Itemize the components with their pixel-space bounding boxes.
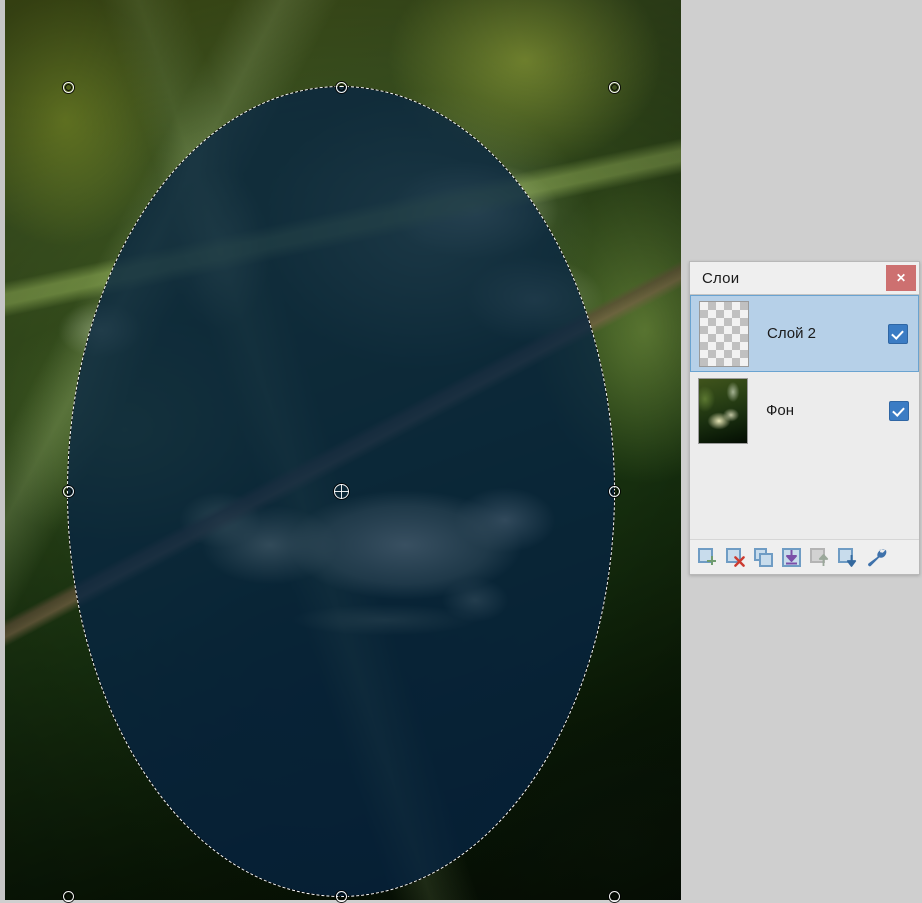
- layer-visibility-checkbox[interactable]: [888, 323, 908, 344]
- layer-visibility-checkbox[interactable]: [889, 400, 909, 421]
- down-arrow: [846, 554, 857, 567]
- layer-merge-down-icon[interactable]: [782, 547, 801, 567]
- layer-duplicate-icon[interactable]: [754, 547, 773, 567]
- photo-image[interactable]: [5, 0, 681, 900]
- layers-panel[interactable]: Слои ✕ Слой 2 Фон: [689, 261, 920, 575]
- red-x: [734, 555, 745, 567]
- layers-panel-titlebar[interactable]: Слои ✕: [690, 262, 919, 294]
- list-item[interactable]: Слой 2: [690, 295, 919, 372]
- layer-name-label: Фон: [766, 402, 795, 419]
- layer-plus-icon[interactable]: [698, 547, 717, 567]
- image-canvas-area[interactable]: [0, 0, 681, 903]
- up-arrow: [818, 553, 829, 566]
- layer-thumbnail-photo: [698, 377, 748, 444]
- layer-move-up-icon[interactable]: [810, 547, 829, 567]
- layer-thumbnail-transparent: [699, 300, 749, 367]
- layer-list[interactable]: Слой 2 Фон: [690, 294, 919, 539]
- layer-delete-icon[interactable]: [726, 547, 745, 567]
- photo-vignette: [5, 0, 681, 900]
- layers-panel-toolbar[interactable]: [690, 539, 919, 574]
- list-item[interactable]: Фон: [690, 372, 919, 449]
- layer-name-label: Слой 2: [767, 325, 816, 342]
- wrench-glyph: [868, 549, 887, 566]
- down-arrow: [786, 549, 797, 564]
- close-icon[interactable]: ✕: [886, 265, 916, 291]
- wrench-icon[interactable]: [866, 548, 887, 567]
- layer-move-down-icon[interactable]: [838, 547, 857, 567]
- layers-panel-title: Слои: [702, 269, 740, 287]
